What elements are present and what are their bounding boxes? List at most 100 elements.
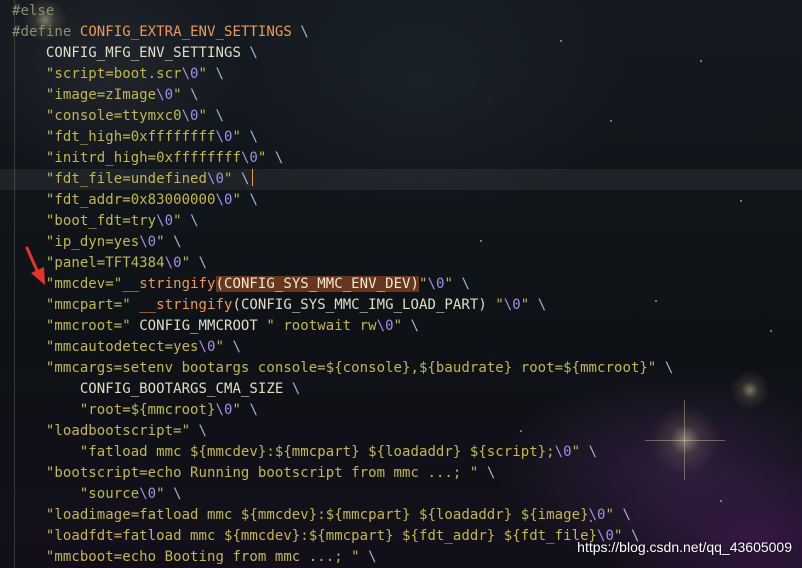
code-token: \: [173, 486, 182, 502]
code-token: \: [240, 171, 250, 187]
code-token: \0: [427, 276, 445, 292]
code-token: \0: [156, 87, 174, 103]
code-token: \: [537, 297, 547, 313]
code-token: "image=zImage: [12, 87, 157, 103]
code-token: \: [215, 108, 224, 124]
code-token: \: [249, 45, 258, 61]
code-line[interactable]: "mmcargs=setenv bootargs console=${conso…: [12, 358, 673, 379]
code-line[interactable]: #else: [12, 1, 54, 22]
code-token: \0: [181, 108, 199, 124]
code-token: ": [181, 255, 199, 271]
code-token: "mmcargs=setenv bootargs console=${conso…: [12, 360, 665, 376]
code-token: #define: [12, 24, 80, 40]
code-token: \0: [207, 171, 224, 187]
code-token: \0: [139, 234, 157, 250]
code-token: ": [605, 507, 623, 523]
code-token: ": [571, 444, 589, 460]
code-token: "fdt_addr=0x83000000: [12, 192, 216, 208]
code-token: ": [198, 108, 216, 124]
code-token: \0: [215, 129, 233, 145]
code-token: "console=ttymxc0: [12, 108, 182, 124]
code-line[interactable]: #define CONFIG_EXTRA_ENV_SETTINGS \: [12, 22, 309, 43]
code-token: CONFIG_MMCROOT: [139, 318, 267, 334]
code-token: \: [190, 213, 199, 229]
code-line[interactable]: "image=zImage\0" \: [12, 85, 199, 106]
watermark-url: https://blog.csdn.net/qq_43605009: [577, 539, 792, 555]
code-line[interactable]: "bootscript=echo Running bootscript from…: [12, 463, 495, 484]
code-line[interactable]: "mmcpart=" __stringify(CONFIG_SYS_MMC_IM…: [12, 295, 546, 316]
code-token: "fatload mmc ${mmcdev}:${mmcpart} ${load…: [12, 444, 555, 460]
code-token: \: [198, 423, 208, 439]
code-token: CONFIG_EXTRA_ENV_SETTINGS: [79, 24, 292, 40]
background-sparkle-ray: [645, 440, 725, 441]
code-token: \0: [215, 402, 233, 418]
code-line[interactable]: "console=ttymxc0\0" \: [12, 106, 224, 127]
code-token: \: [274, 150, 284, 166]
code-line[interactable]: "fatload mmc ${mmcdev}:${mmcpart} ${load…: [12, 442, 597, 463]
code-token: CONFIG_BOOTARGS_CMA_SIZE: [12, 381, 292, 397]
code-token: ": [257, 150, 275, 166]
code-token: ": [444, 276, 462, 292]
code-token: "fdt_high=0xffffffff: [12, 129, 216, 145]
code-token: \0: [198, 339, 216, 355]
code-token: ": [232, 129, 250, 145]
code-token: \: [486, 465, 496, 481]
code-token: ": [232, 192, 250, 208]
code-token: \: [410, 318, 420, 334]
code-line[interactable]: CONFIG_BOOTARGS_CMA_SIZE \: [12, 379, 300, 400]
background-star: [560, 40, 562, 42]
code-line[interactable]: "boot_fdt=try\0" \: [12, 211, 199, 232]
code-line[interactable]: "script=boot.scr\0" \: [12, 64, 224, 85]
code-line[interactable]: "mmcdev="__stringify(CONFIG_SYS_MMC_ENV_…: [12, 274, 470, 295]
code-token: \: [291, 381, 301, 397]
code-token: \: [190, 87, 199, 103]
background-star: [770, 330, 772, 332]
code-token: "mmcboot=echo Booting from mmc ...; ": [12, 549, 369, 565]
code-token: \0: [215, 192, 233, 208]
code-token: \: [368, 549, 377, 565]
code-token: __stringify: [122, 276, 216, 292]
code-token: "bootscript=echo Running bootscript from…: [12, 465, 487, 481]
code-token: ": [223, 171, 241, 187]
code-token: ": [156, 486, 174, 502]
code-line[interactable]: "initrd_high=0xffffffff\0" \: [12, 148, 283, 169]
code-line[interactable]: "fdt_addr=0x83000000\0" \: [12, 190, 258, 211]
code-line[interactable]: "mmcroot=" CONFIG_MMCROOT " rootwait rw\…: [12, 316, 419, 337]
code-token: ": [232, 402, 250, 418]
background-star: [740, 200, 742, 202]
background-star: [480, 240, 482, 242]
background-star: [720, 500, 722, 502]
code-line[interactable]: "fdt_file=undefined\0" \: [12, 169, 254, 190]
code-token: __stringify: [139, 297, 233, 313]
code-line[interactable]: "root=${mmcroot}\0" \: [12, 400, 258, 421]
code-token: \: [664, 360, 674, 376]
code-token: \0: [588, 507, 606, 523]
code-editor[interactable]: #else #define CONFIG_EXTRA_ENV_SETTINGS \…: [0, 0, 802, 568]
code-line[interactable]: "source\0" \: [12, 484, 182, 505]
code-token: \: [588, 444, 598, 460]
code-token: \0: [181, 66, 199, 82]
code-line[interactable]: "mmcautodetect=yes\0" \: [12, 337, 241, 358]
code-line[interactable]: CONFIG_MFG_ENV_SETTINGS \: [12, 43, 258, 64]
code-token: \0: [554, 444, 572, 460]
background-sparkle: [730, 370, 770, 410]
code-token: ": [173, 87, 191, 103]
code-line[interactable]: "loadfdt=fatload mmc ${mmcdev}:${mmcpart…: [12, 526, 639, 547]
code-token: "loadfdt=fatload mmc ${mmcdev}:${mmcpart…: [12, 528, 598, 544]
code-token: "loadbootscript=": [12, 423, 199, 439]
code-token: (CONFIG_SYS_MMC_IMG_LOAD_PART): [232, 297, 496, 313]
code-token: \0: [503, 297, 521, 313]
code-token: " rootwait rw: [266, 318, 377, 334]
code-token: "loadimage=fatload mmc ${mmcdev}:${mmcpa…: [12, 507, 589, 523]
code-line[interactable]: "loadimage=fatload mmc ${mmcdev}:${mmcpa…: [12, 505, 631, 526]
background-star: [520, 430, 522, 432]
code-token: \: [461, 276, 470, 292]
code-token: \: [249, 402, 258, 418]
code-line[interactable]: "fdt_high=0xffffffff\0" \: [12, 127, 258, 148]
code-token: "fdt_file=undefined: [12, 171, 208, 187]
code-line[interactable]: "mmcboot=echo Booting from mmc ...; " \: [12, 547, 377, 568]
code-token: \: [173, 234, 182, 250]
code-token: ": [215, 339, 233, 355]
code-line[interactable]: "loadbootscript=" \: [12, 421, 207, 442]
code-token: \: [198, 255, 208, 271]
